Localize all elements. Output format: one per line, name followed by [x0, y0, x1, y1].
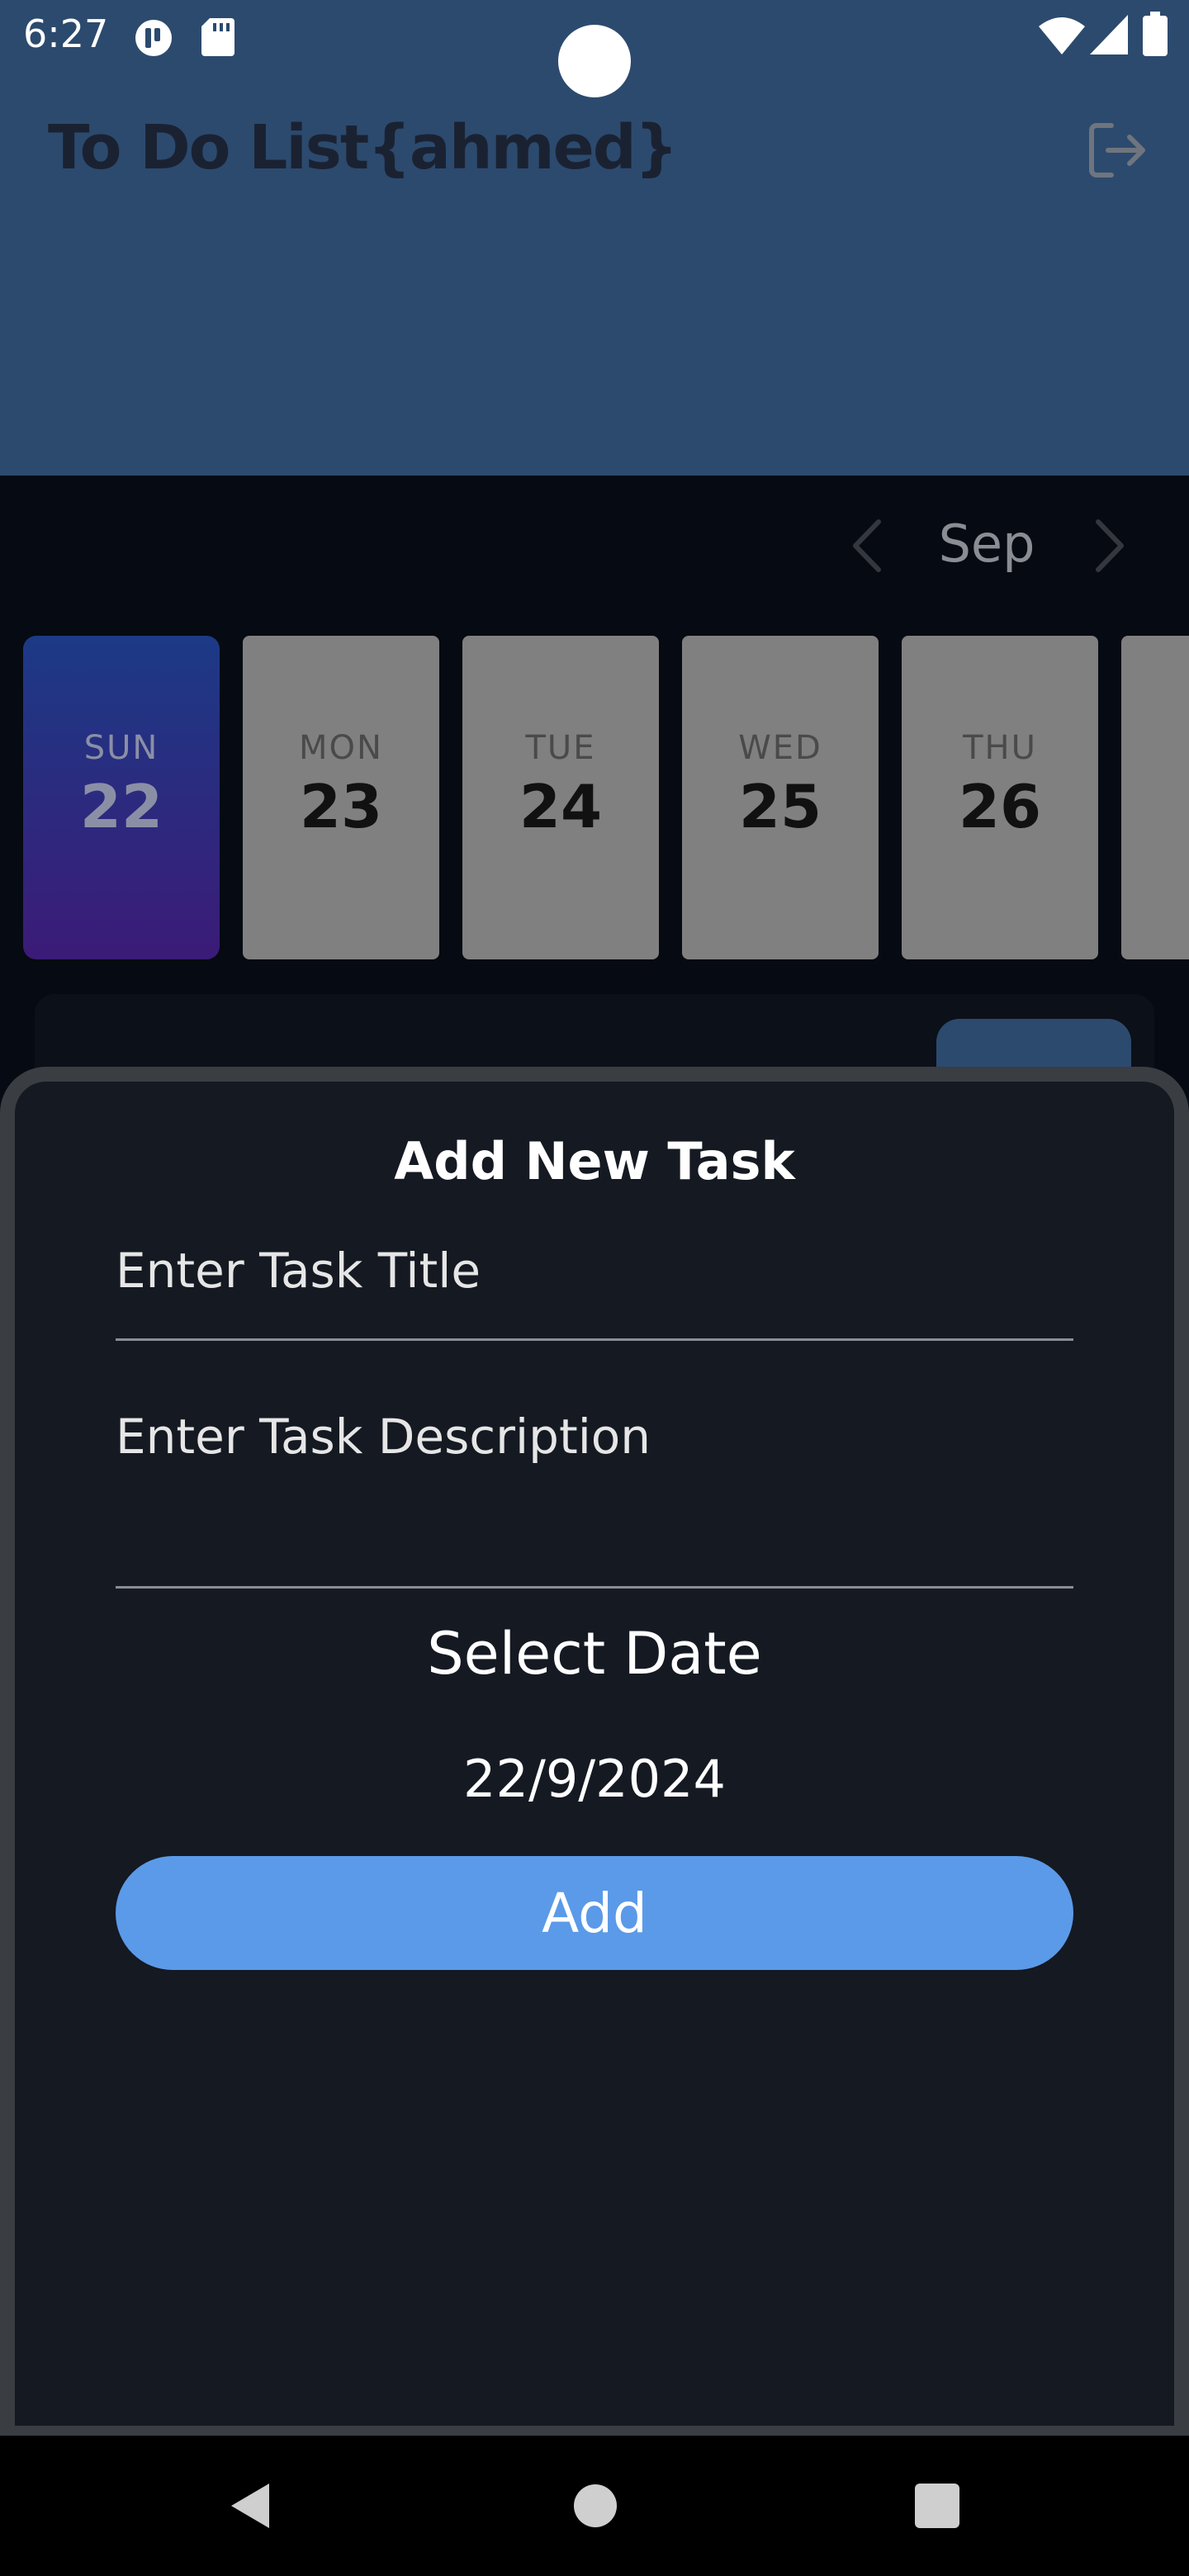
day-strip: SUN 22 MON 23 TUE 24 WED 25 THU 26	[0, 636, 1189, 959]
task-title-input[interactable]	[116, 1238, 1073, 1341]
month-label: Sep	[938, 514, 1035, 574]
cell-signal-icon	[1090, 15, 1128, 54]
day-card-tue[interactable]: TUE 24	[462, 636, 659, 959]
logout-icon[interactable]	[1087, 119, 1149, 182]
day-name: WED	[738, 729, 822, 767]
select-date-label[interactable]: Select Date	[0, 1620, 1189, 1688]
day-number: 25	[738, 772, 822, 841]
status-time: 6:27	[23, 12, 109, 56]
back-icon[interactable]	[223, 2477, 281, 2535]
day-number: 24	[519, 772, 603, 841]
day-number: 26	[958, 772, 1042, 841]
day-card-thu[interactable]: THU 26	[902, 636, 1098, 959]
add-button[interactable]: Add	[116, 1856, 1073, 1970]
selected-date[interactable]: 22/9/2024	[0, 1749, 1189, 1809]
day-name: SUN	[83, 729, 159, 767]
day-card-next[interactable]	[1121, 636, 1189, 959]
wifi-icon	[1039, 17, 1085, 54]
home-icon[interactable]	[566, 2477, 624, 2535]
chevron-right-icon[interactable]	[1082, 517, 1135, 575]
day-name: THU	[963, 729, 1037, 767]
app-header: 6:27 To Do List{ahmed}	[0, 0, 1189, 476]
day-name: MON	[299, 729, 383, 767]
system-nav-bar	[0, 2436, 1189, 2576]
sd-card-icon	[201, 18, 234, 56]
camera-cutout	[558, 25, 631, 97]
recents-icon[interactable]	[908, 2477, 966, 2535]
chevron-left-icon[interactable]	[842, 517, 895, 575]
month-selector: Sep	[0, 495, 1189, 594]
day-card-sun[interactable]: SUN 22	[23, 636, 220, 959]
day-card-mon[interactable]: MON 23	[243, 636, 439, 959]
task-description-input[interactable]	[116, 1404, 1073, 1589]
sheet-title: Add New Task	[394, 1131, 795, 1191]
day-number: 22	[79, 772, 163, 841]
app-title: To Do List{ahmed}	[48, 112, 678, 183]
battery-icon	[1143, 12, 1168, 56]
app-notification-icon	[135, 20, 172, 56]
day-name: TUE	[525, 729, 596, 767]
day-number: 23	[299, 772, 383, 841]
day-card-wed[interactable]: WED 25	[682, 636, 879, 959]
